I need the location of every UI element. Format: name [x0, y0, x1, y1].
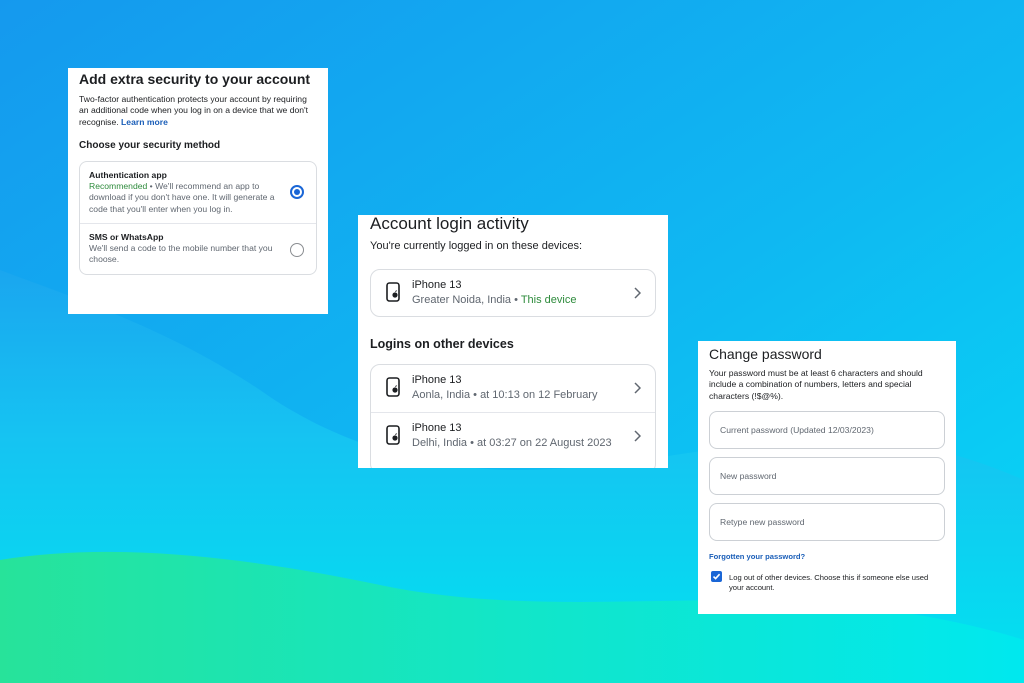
iphone-icon — [386, 282, 400, 302]
activity-lead: You're currently logged in on these devi… — [370, 240, 583, 252]
device-detail: Delhi, India • at 03:27 on 22 August 202… — [412, 437, 612, 449]
iphone-icon — [386, 425, 400, 445]
activity-title: Account login activity — [370, 215, 529, 233]
forgot-password-link[interactable]: Forgotten your password? — [709, 552, 945, 561]
device-row-current[interactable]: iPhone 13 Greater Noida, India • This de… — [371, 270, 655, 318]
logout-label: Log out of other devices. Choose this if… — [729, 572, 929, 592]
option-description: We'll send a code to the mobile number t… — [89, 242, 273, 265]
this-device-label: This device — [520, 294, 577, 306]
option-title: Authentication app — [89, 169, 167, 180]
other-devices-list: iPhone 13 Aonla, India • at 10:13 on 12 … — [370, 364, 656, 468]
radio-unselected[interactable] — [290, 242, 304, 257]
device-location: Greater Noida, India • This device — [412, 294, 576, 306]
option-title: SMS or WhatsApp — [89, 231, 164, 242]
password-title: Change password — [709, 346, 822, 362]
device-row[interactable]: iPhone 13 Delhi, India • at 03:27 on 22 … — [371, 413, 655, 461]
current-device-list: iPhone 13 Greater Noida, India • This de… — [370, 269, 656, 317]
logout-other-devices-row: Log out of other devices. Choose this if… — [709, 570, 945, 595]
device-detail: Aonla, India • at 10:13 on 12 February — [412, 389, 598, 401]
current-password-field[interactable]: Current password (Updated 12/03/2023) — [709, 410, 945, 449]
password-description: Your password must be at least 6 charact… — [709, 368, 923, 401]
security-description-text: Two-factor authentication protects your … — [79, 94, 309, 127]
change-password-card: Change password Your password must be at… — [698, 341, 956, 614]
security-title: Add extra security to your account — [79, 71, 311, 87]
option-sms-whatsapp[interactable]: SMS or WhatsApp We'll send a code to the… — [80, 224, 316, 276]
recommended-label: Recommended — [89, 180, 148, 191]
retype-password-field[interactable]: Retype new password — [709, 502, 945, 541]
extra-security-card: Add extra security to your account Two-f… — [68, 68, 328, 314]
radio-selected[interactable] — [290, 184, 304, 199]
device-row[interactable]: iPhone 13 Aonla, India • at 10:13 on 12 … — [371, 365, 655, 413]
iphone-icon — [386, 377, 400, 397]
learn-more-link[interactable]: Learn more — [121, 117, 168, 127]
chevron-right-icon — [634, 382, 641, 394]
device-name: iPhone 13 — [412, 422, 462, 434]
checkmark-icon — [712, 573, 721, 580]
logout-checkbox[interactable] — [711, 570, 722, 582]
new-password-field[interactable]: New password — [709, 456, 945, 495]
password-fields: Current password (Updated 12/03/2023) Ne… — [709, 410, 945, 541]
security-description: Two-factor authentication protects your … — [79, 94, 317, 128]
chevron-right-icon — [634, 430, 641, 442]
other-devices-heading: Logins on other devices — [370, 337, 514, 351]
chevron-right-icon — [634, 287, 641, 299]
device-name: iPhone 13 — [412, 279, 462, 291]
device-name: iPhone 13 — [412, 374, 462, 386]
choose-method-label: Choose your security method — [79, 139, 221, 151]
option-authentication-app[interactable]: Authentication app Recommended • We'll r… — [80, 162, 316, 224]
option-description: Recommended • We'll recommend an app to … — [89, 181, 276, 216]
security-method-options: Authentication app Recommended • We'll r… — [79, 160, 317, 276]
device-location-text: Greater Noida, India • — [412, 294, 521, 306]
login-activity-card: Account login activity You're currently … — [358, 215, 668, 468]
